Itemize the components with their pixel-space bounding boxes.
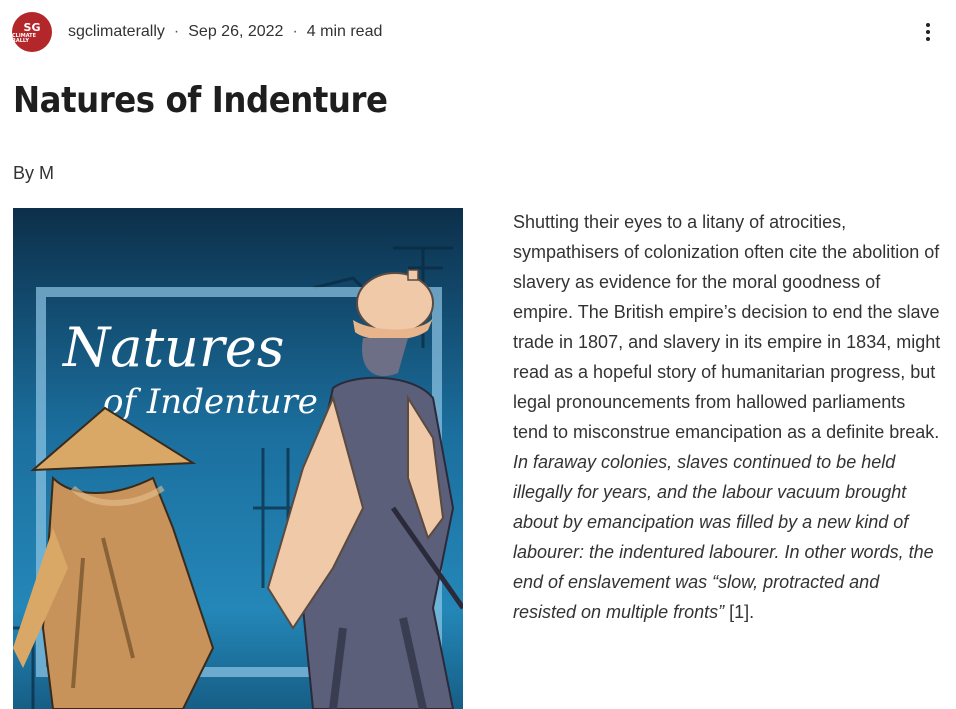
more-actions-button[interactable] [916, 18, 940, 46]
post-body-paragraph: Shutting their eyes to a litany of atroc… [513, 207, 943, 627]
hero-illustration: Natures of Indenture [13, 208, 463, 709]
avatar-logo-text: SG [23, 21, 41, 34]
author-avatar[interactable]: SG CLIMATE RALLY [12, 12, 52, 52]
image-title-line2: of Indenture [103, 382, 318, 422]
body-text-plain: Shutting their eyes to a litany of atroc… [513, 212, 941, 442]
meta-separator: · [292, 23, 298, 40]
more-vertical-icon-dot [926, 37, 930, 41]
hero-image: Natures of Indenture [13, 208, 463, 709]
read-time: 4 min read [306, 23, 383, 40]
more-vertical-icon-dot [926, 30, 930, 34]
image-title-line1: Natures [61, 316, 284, 379]
post-byline: By M [13, 163, 55, 183]
author-name[interactable]: sgclimaterally [68, 23, 165, 41]
citation-link[interactable]: [1]. [729, 602, 754, 622]
avatar-logo-subtext: CLIMATE RALLY [12, 33, 36, 44]
post-meta-text: sgclimaterally · Sep 26, 2022 · 4 min re… [68, 23, 382, 41]
body-text-italic: In faraway colonies, slaves continued to… [513, 452, 934, 622]
post-date: Sep 26, 2022 [188, 23, 284, 40]
post-title: Natures of Indenture [13, 80, 388, 121]
meta-separator: · [173, 23, 180, 40]
post-meta: SG CLIMATE RALLY sgclimaterally · Sep 26… [12, 12, 382, 52]
more-vertical-icon [926, 23, 930, 27]
